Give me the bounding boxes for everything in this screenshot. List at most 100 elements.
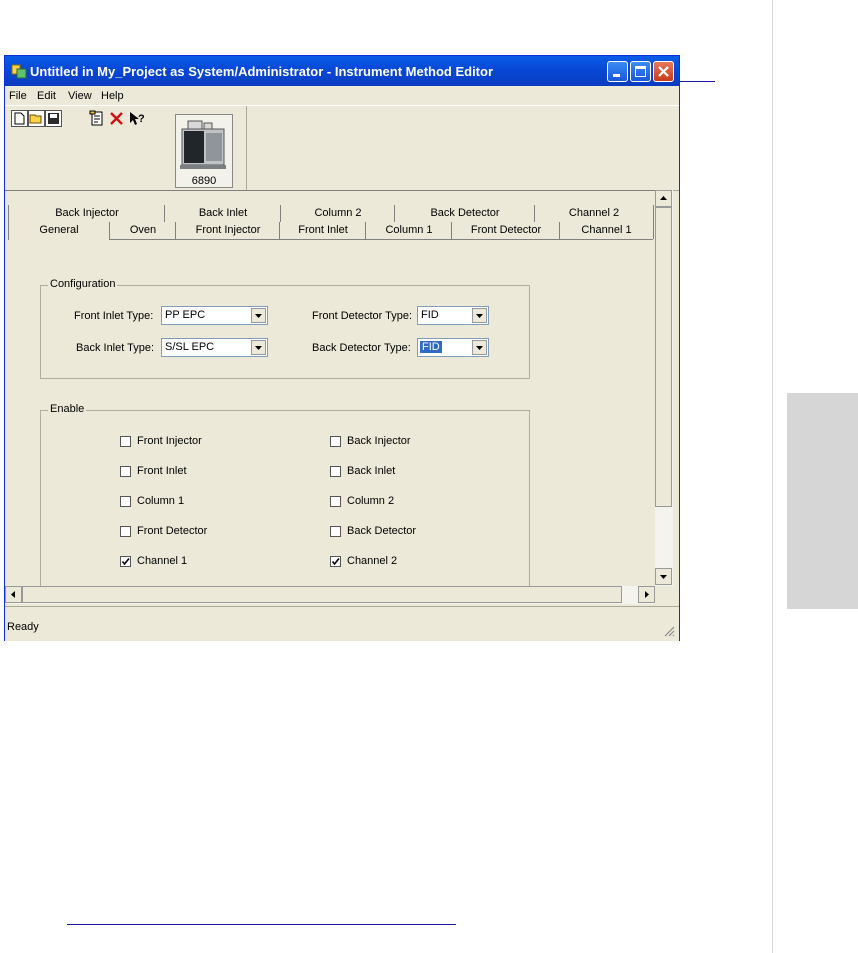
dropdown-button[interactable] (472, 340, 487, 355)
active-tab-fill (9, 238, 109, 241)
tab-label: Channel 1 (581, 224, 632, 236)
tab-back-injector[interactable]: Back Injector (8, 205, 165, 222)
checkbox-back-inlet[interactable] (330, 466, 341, 477)
resize-grip-icon[interactable] (663, 625, 675, 637)
scroll-thumb[interactable] (655, 207, 672, 507)
checkbox-label-channel-2[interactable]: Channel 2 (347, 555, 397, 567)
menu-edit[interactable]: Edit (37, 90, 56, 102)
checkbox-channel-2[interactable] (330, 556, 341, 567)
configuration-group: Configuration Front Inlet Type: PP EPC B… (40, 278, 530, 379)
tab-label: Column 2 (314, 207, 362, 219)
context-help-button[interactable]: ? (128, 110, 145, 127)
checkbox-label-back-injector[interactable]: Back Injector (347, 435, 411, 447)
toolbar: ? 6890 (5, 105, 679, 191)
tab-back-inlet[interactable]: Back Inlet (164, 205, 281, 222)
tab-front-inlet[interactable]: Front Inlet (279, 222, 366, 239)
back-inlet-type-select[interactable]: S/SL EPC (161, 338, 268, 357)
checkbox-front-injector[interactable] (120, 436, 131, 447)
tab-oven[interactable]: Oven (109, 222, 176, 239)
checkbox-label-channel-1[interactable]: Channel 1 (137, 555, 187, 567)
instrument-6890-button[interactable]: 6890 (175, 114, 233, 188)
chevron-down-icon (476, 346, 483, 350)
tab-row-bottom: General Oven Front Injector Front Inlet … (8, 222, 654, 241)
checkbox-label-back-detector[interactable]: Back Detector (347, 525, 416, 537)
properties-icon (89, 110, 103, 126)
open-button[interactable] (28, 110, 45, 127)
menu-bar: File Edit View Help (5, 87, 679, 105)
toolbar-divider (246, 106, 247, 190)
menu-help[interactable]: Help (101, 90, 124, 102)
tab-row-top: Back Injector Back Inlet Column 2 Back D… (8, 205, 654, 222)
checkbox-front-inlet[interactable] (120, 466, 131, 477)
checkbox-label-front-detector[interactable]: Front Detector (137, 525, 207, 537)
front-inlet-type-select[interactable]: PP EPC (161, 306, 268, 325)
tab-label: Back Detector (430, 207, 500, 219)
horizontal-scrollbar[interactable] (5, 586, 655, 604)
minimize-button[interactable] (607, 61, 628, 82)
tab-label: Front Detector (470, 224, 542, 236)
checkbox-column-1[interactable] (120, 496, 131, 507)
open-icon (29, 114, 42, 124)
back-detector-type-value: FID (420, 341, 442, 353)
help-icon: ? (130, 112, 145, 125)
tab-label: Back Injector (55, 207, 119, 219)
chevron-down-icon (255, 346, 262, 350)
tab-front-detector[interactable]: Front Detector (451, 222, 560, 239)
tab-channel-1[interactable]: Channel 1 (559, 222, 654, 239)
tab-back-detector[interactable]: Back Detector (394, 205, 535, 222)
front-inlet-type-value: PP EPC (165, 309, 206, 321)
menu-view[interactable]: View (68, 90, 92, 102)
enable-title: Enable (48, 403, 87, 415)
close-button[interactable] (653, 61, 674, 82)
checkbox-back-detector[interactable] (330, 526, 341, 537)
maximize-button[interactable] (630, 61, 651, 82)
instrument-label: 6890 (191, 175, 217, 187)
scroll-right-button[interactable] (638, 586, 655, 603)
checkbox-channel-1[interactable] (120, 556, 131, 567)
checkmark-icon (121, 557, 130, 566)
checkbox-label-column-2[interactable]: Column 2 (347, 495, 394, 507)
delete-icon (110, 112, 123, 125)
tab-column-2[interactable]: Column 2 (280, 205, 395, 222)
back-inlet-type-value: S/SL EPC (165, 341, 215, 353)
title-bar[interactable]: Untitled in My_Project as System/Adminis… (5, 56, 679, 86)
tab-general[interactable]: General (8, 222, 110, 241)
dropdown-button[interactable] (251, 340, 266, 355)
save-button[interactable] (45, 110, 62, 127)
arrow-right-icon (645, 591, 649, 598)
scroll-down-button[interactable] (655, 568, 672, 585)
back-detector-type-select[interactable]: FID (417, 338, 489, 357)
dropdown-button[interactable] (472, 308, 487, 323)
scroll-left-button[interactable] (5, 586, 22, 603)
checkbox-back-injector[interactable] (330, 436, 341, 447)
tab-column-1[interactable]: Column 1 (365, 222, 452, 239)
checkbox-label-back-inlet[interactable]: Back Inlet (347, 465, 395, 477)
vertical-scrollbar[interactable] (655, 190, 673, 586)
tab-front-injector[interactable]: Front Injector (175, 222, 280, 239)
checkbox-column-2[interactable] (330, 496, 341, 507)
status-text: Ready (7, 621, 39, 633)
save-icon (48, 113, 59, 124)
horizontal-scroll-thumb[interactable] (22, 586, 622, 603)
checkbox-label-column-1[interactable]: Column 1 (137, 495, 184, 507)
tab-label: General (39, 224, 79, 236)
scroll-up-button[interactable] (655, 190, 672, 207)
close-icon (658, 66, 669, 77)
front-detector-type-label: Front Detector Type: (312, 310, 413, 322)
checkbox-label-front-inlet[interactable]: Front Inlet (137, 465, 187, 477)
back-inlet-type-label: Back Inlet Type: (76, 342, 155, 354)
page-divider-line (772, 0, 773, 953)
tab-channel-2[interactable]: Channel 2 (534, 205, 654, 222)
properties-button[interactable] (88, 110, 105, 127)
front-detector-type-select[interactable]: FID (417, 306, 489, 325)
menu-file[interactable]: File (9, 90, 27, 102)
checkbox-label-front-injector[interactable]: Front Injector (137, 435, 202, 447)
chevron-down-icon (476, 314, 483, 318)
checkbox-front-detector[interactable] (120, 526, 131, 537)
back-detector-type-label: Back Detector Type: (312, 342, 411, 354)
dropdown-button[interactable] (251, 308, 266, 323)
delete-button[interactable] (108, 110, 125, 127)
tab-label: Back Inlet (198, 207, 248, 219)
new-button[interactable] (11, 110, 28, 127)
svg-text:?: ? (138, 113, 145, 125)
